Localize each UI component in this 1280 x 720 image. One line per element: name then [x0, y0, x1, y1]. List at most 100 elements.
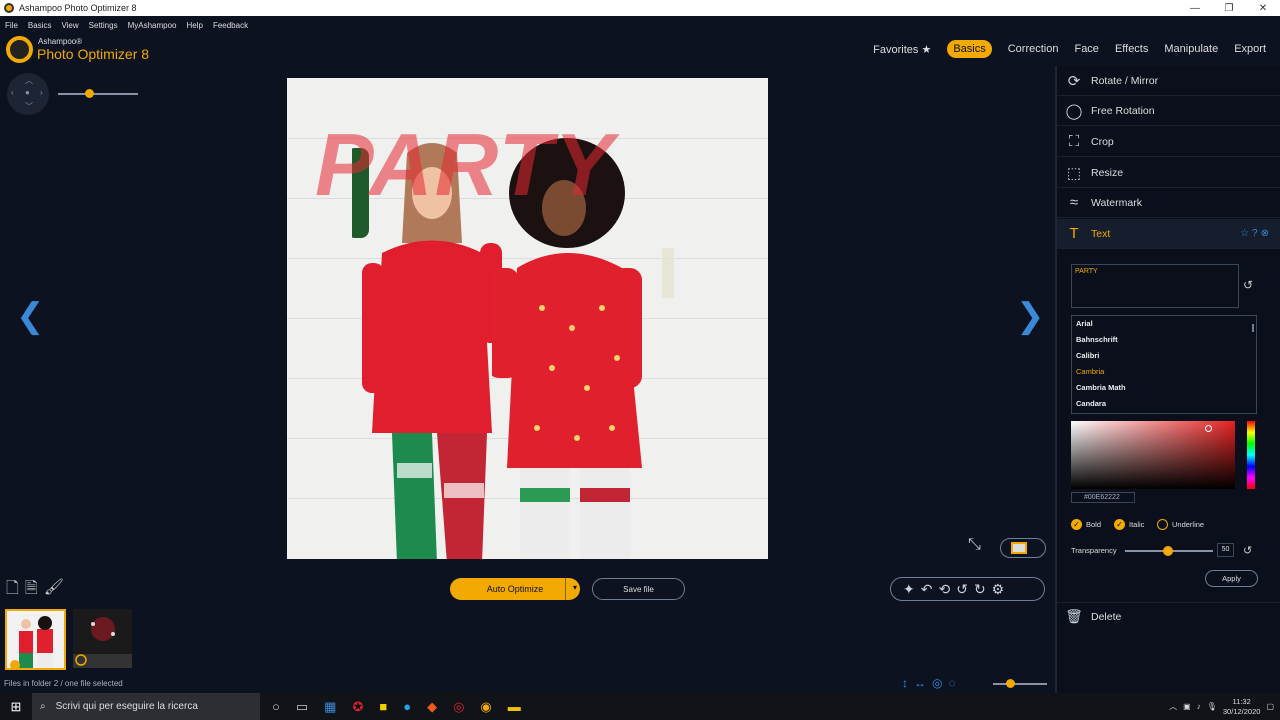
- color-picker-handle[interactable]: [1205, 425, 1212, 432]
- close-panel-icon[interactable]: ⊗: [1261, 228, 1272, 239]
- panel-item-text[interactable]: T Text ☆?⊗: [1057, 219, 1280, 249]
- show-hidden-icons-icon[interactable]: ︿: [1169, 701, 1177, 712]
- photo-canvas[interactable]: PARTY: [287, 78, 768, 559]
- menu-feedback[interactable]: Feedback: [213, 21, 248, 30]
- tab-basics[interactable]: Basics: [947, 40, 992, 58]
- menu-myashampoo[interactable]: MyAshampoo: [128, 21, 177, 30]
- fit-horizontal-icon[interactable]: ↔: [914, 676, 926, 690]
- panel-item-free-rotation[interactable]: ◯ Free Rotation: [1057, 96, 1280, 126]
- sticky-notes-icon[interactable]: ■: [379, 699, 387, 715]
- tab-correction[interactable]: Correction: [1008, 43, 1059, 55]
- undo-icon[interactable]: ↶: [921, 581, 933, 598]
- save-file-button[interactable]: Save file: [592, 578, 685, 600]
- font-option-bahnschrift[interactable]: Bahnschrift: [1072, 332, 1256, 348]
- panel-item-crop[interactable]: ⛶ Crop: [1057, 127, 1280, 157]
- windows-start-icon[interactable]: ⊞: [0, 699, 32, 715]
- tab-manipulate[interactable]: Manipulate: [1164, 43, 1218, 55]
- chrome-browser-icon[interactable]: ◉: [480, 699, 491, 715]
- add-file-icon[interactable]: 🗋: [6, 577, 19, 604]
- hue-slider[interactable]: [1247, 421, 1255, 489]
- task-view-icon[interactable]: ▭: [296, 699, 308, 715]
- collapse-icon[interactable]: ⤡: [968, 536, 981, 554]
- apply-button[interactable]: Apply: [1205, 570, 1258, 587]
- file-explorer-icon[interactable]: ▬: [508, 699, 521, 715]
- clean-brush-icon[interactable]: 🖌: [44, 577, 64, 604]
- panel-item-watermark[interactable]: ≈ Watermark: [1057, 188, 1280, 218]
- next-image-arrow-icon[interactable]: ❯: [1016, 296, 1045, 336]
- transparency-value-field[interactable]: 50: [1217, 543, 1234, 557]
- font-option-cambria[interactable]: Cambria: [1072, 364, 1256, 380]
- undo-all-icon[interactable]: ⟲: [938, 581, 950, 598]
- pan-down-icon[interactable]: ﹀: [25, 101, 33, 112]
- edge-browser-icon[interactable]: ●: [403, 699, 411, 715]
- microphone-icon[interactable]: 🎙: [1207, 702, 1217, 711]
- taskbar-search[interactable]: ⌕ Scrivi qui per eseguire la ricerca: [32, 693, 260, 720]
- settings-gear-icon[interactable]: ⚙: [992, 581, 1005, 598]
- opera-browser-icon[interactable]: ◎: [453, 699, 464, 715]
- add-folder-icon[interactable]: 🗎: [25, 577, 38, 604]
- favorite-star-icon[interactable]: ☆: [1240, 228, 1252, 239]
- maximize-button[interactable]: ❐: [1212, 3, 1246, 14]
- cortana-icon[interactable]: ○: [272, 699, 280, 715]
- compare-toggle[interactable]: [1000, 538, 1046, 558]
- menu-settings[interactable]: Settings: [89, 21, 118, 30]
- font-option-arial[interactable]: Arial: [1072, 316, 1256, 332]
- app-pin-icon[interactable]: ✪: [352, 699, 363, 715]
- panel-item-resize[interactable]: ⬚ Resize: [1057, 158, 1280, 188]
- taskbar-clock[interactable]: 11:32 30/12/2020: [1223, 697, 1261, 717]
- text-overlay[interactable]: PARTY: [315, 114, 615, 216]
- color-hex-field[interactable]: #00E62222: [1071, 492, 1135, 503]
- brave-browser-icon[interactable]: ◆: [427, 699, 437, 715]
- rotate-right-icon[interactable]: ↻: [974, 581, 986, 598]
- menu-view[interactable]: View: [61, 21, 78, 30]
- font-list-scrollbar[interactable]: [1252, 324, 1254, 332]
- menu-help[interactable]: Help: [186, 21, 202, 30]
- menu-file[interactable]: File: [5, 21, 18, 30]
- zoom-slider-track[interactable]: [58, 93, 138, 95]
- tab-face[interactable]: Face: [1074, 43, 1098, 55]
- actual-size-icon[interactable]: ◌: [948, 676, 955, 690]
- auto-optimize-dropdown-icon[interactable]: ▾: [573, 583, 577, 592]
- text-input[interactable]: PARTY: [1071, 264, 1239, 308]
- bottom-zoom-track[interactable]: [993, 683, 1047, 685]
- underline-option[interactable]: Underline: [1157, 519, 1204, 530]
- tab-effects[interactable]: Effects: [1115, 43, 1148, 55]
- underline-check-icon[interactable]: [1157, 519, 1168, 530]
- fit-vertical-icon[interactable]: ↕: [902, 676, 908, 690]
- thumbnail-selected[interactable]: [5, 609, 66, 670]
- pan-up-icon[interactable]: ︿: [25, 75, 33, 86]
- bold-check-icon[interactable]: ✓: [1071, 519, 1082, 530]
- rotate-left-icon[interactable]: ↺: [956, 581, 968, 598]
- auto-optimize-button[interactable]: Auto Optimize ▾: [450, 578, 580, 600]
- volume-icon[interactable]: ♪: [1197, 702, 1201, 711]
- panel-item-rotate-mirror[interactable]: ⟳ Rotate / Mirror: [1057, 66, 1280, 96]
- magic-wand-icon[interactable]: ✦: [903, 581, 915, 598]
- reset-text-icon[interactable]: ↺: [1243, 278, 1253, 292]
- tab-export[interactable]: Export: [1234, 43, 1266, 55]
- italic-option[interactable]: ✓ Italic: [1114, 519, 1144, 530]
- pan-left-icon[interactable]: ‹: [11, 88, 14, 97]
- previous-image-arrow-icon[interactable]: ❮: [16, 296, 45, 336]
- fit-window-icon[interactable]: ◎: [932, 676, 942, 690]
- help-icon[interactable]: ?: [1252, 228, 1261, 239]
- minimize-button[interactable]: —: [1178, 3, 1212, 14]
- thumbnail-second[interactable]: [73, 609, 132, 668]
- pan-navigator[interactable]: ︿ ﹀ ‹ › ●: [7, 73, 49, 115]
- italic-check-icon[interactable]: ✓: [1114, 519, 1125, 530]
- font-option-cambria-math[interactable]: Cambria Math: [1072, 380, 1256, 396]
- bold-option[interactable]: ✓ Bold: [1071, 519, 1101, 530]
- font-option-calibri[interactable]: Calibri: [1072, 348, 1256, 364]
- pan-right-icon[interactable]: ›: [40, 88, 43, 97]
- notifications-icon[interactable]: ▢: [1266, 702, 1274, 711]
- network-icon[interactable]: ▣: [1183, 702, 1191, 711]
- delete-item[interactable]: 🗑 Delete: [1057, 602, 1280, 630]
- menu-basics[interactable]: Basics: [28, 21, 52, 30]
- close-button[interactable]: ✕: [1246, 3, 1280, 14]
- pan-center-icon[interactable]: ●: [25, 88, 30, 97]
- font-list[interactable]: Arial Bahnschrift Calibri Cambria Cambri…: [1071, 315, 1257, 414]
- zoom-slider-handle[interactable]: [85, 89, 94, 98]
- font-option-candara[interactable]: Candara: [1072, 396, 1256, 412]
- transparency-slider-handle[interactable]: [1163, 546, 1173, 556]
- tab-favorites[interactable]: Favorites ★: [873, 43, 931, 56]
- calculator-icon[interactable]: ▦: [324, 699, 336, 715]
